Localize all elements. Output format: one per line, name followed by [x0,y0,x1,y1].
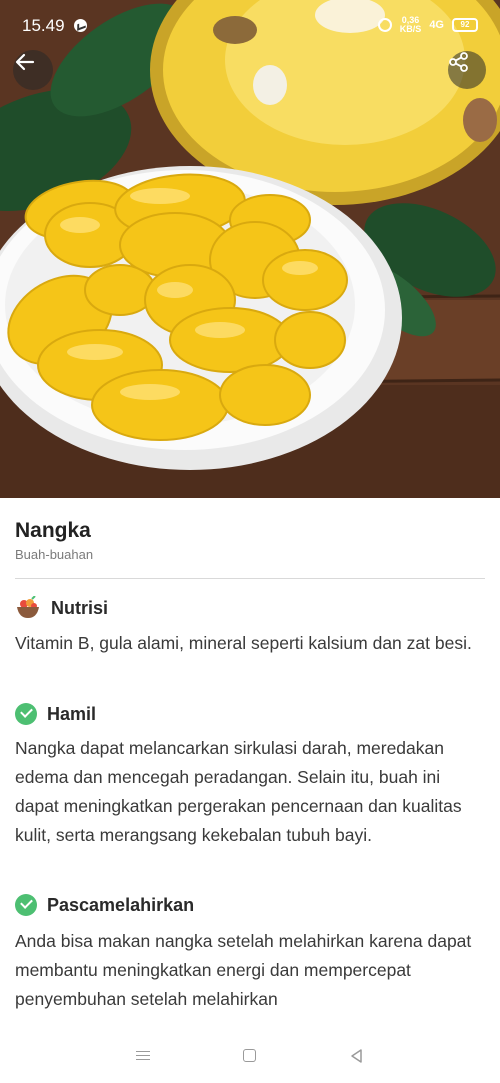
section-title: Nutrisi [51,597,109,618]
section-title: Pascamelahirkan [47,894,195,915]
status-time: 15.49 [22,16,65,35]
section-body: Nangka dapat melancarkan sirkulasi darah… [15,738,462,845]
check-circle-icon [15,894,37,916]
status-icons: 0,36 KB/S 4G 92 [377,15,478,34]
food-detail-panel: Nangka Buah-buahan Nutrisi Vitamin B, gu… [0,498,500,1028]
jackfruit-illustration [0,0,500,498]
alarm-icon [377,18,392,32]
status-bar: 15.49 0,36 KB/S 4G 92 [0,0,500,52]
back-nav-button[interactable] [344,1043,370,1069]
divider [15,578,485,579]
nutrition-bowl-icon [17,596,39,618]
food-category: Buah-buahan [15,547,94,562]
menu-icon[interactable] [130,1043,156,1069]
back-button[interactable] [13,50,53,90]
system-nav-bar [0,1028,500,1083]
share-icon [449,52,468,72]
section-body: Anda bisa makan nangka setelah melahirka… [15,931,472,1009]
messenger-icon [74,19,87,32]
hero-image: 15.49 0,36 KB/S 4G 92 [0,0,500,498]
net-speed: 0,36 KB/S [399,15,422,34]
section-body: Vitamin B, gula alami, mineral seperti k… [15,633,472,653]
food-name: Nangka [15,519,91,542]
check-circle-icon [15,703,37,725]
home-button[interactable] [237,1043,263,1069]
battery-icon: 92 [452,18,478,32]
back-triangle-icon [350,1048,362,1063]
section-hamil-header: Hamil [15,703,96,725]
section-nutrisi-header: Nutrisi [15,596,108,620]
signal-icon: 4G [429,19,444,31]
section-pascamelahirkan-header: Pascamelahirkan [15,894,194,916]
arrow-left-icon [15,53,35,71]
home-icon [243,1049,257,1062]
section-title: Hamil [47,703,97,724]
share-button[interactable] [448,51,486,89]
